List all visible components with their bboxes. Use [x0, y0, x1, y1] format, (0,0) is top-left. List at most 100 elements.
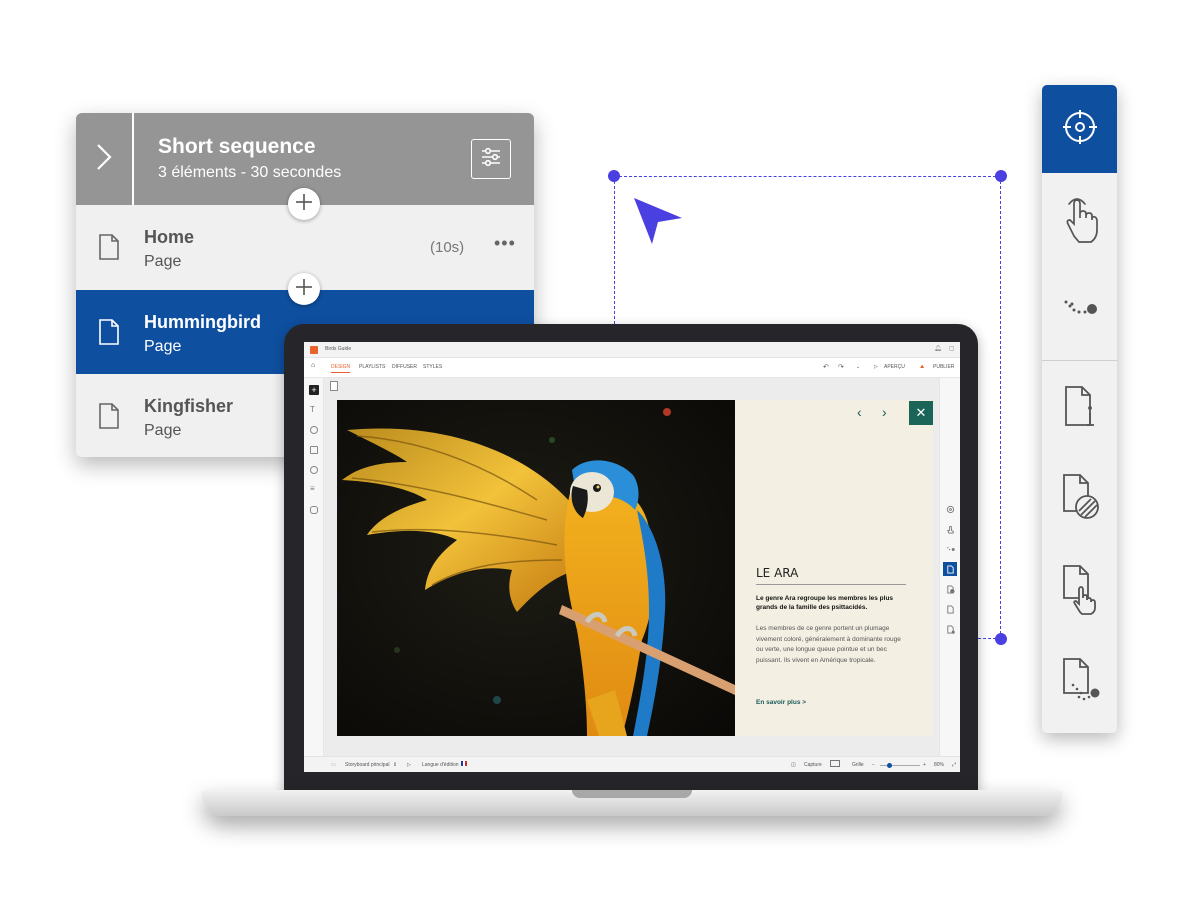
page-touch-icon[interactable]: [943, 602, 957, 616]
sequence-item-name: Home: [144, 227, 195, 247]
chevron-down-icon[interactable]: ⌄: [856, 364, 860, 370]
play-icon[interactable]: ▷: [407, 762, 411, 768]
fullscreen-icon[interactable]: ⤢: [952, 762, 956, 768]
language-selector[interactable]: Langue d'édition: [422, 762, 459, 768]
tool-target[interactable]: [1042, 85, 1117, 173]
chevron-updown-icon[interactable]: ⇕: [393, 762, 397, 768]
page-info-icon[interactable]: [943, 562, 957, 576]
notification-icon[interactable]: 🔔︎: [934, 345, 942, 352]
sequence-title: Short sequence: [158, 135, 316, 158]
zoom-slider[interactable]: [880, 765, 920, 766]
learn-more-link[interactable]: En savoir plus >: [756, 699, 806, 706]
sequence-subtitle: 3 éléments - 30 secondes: [158, 164, 342, 181]
page-motion-icon[interactable]: [943, 622, 957, 636]
arrow-cursor-icon: [630, 194, 684, 253]
sequence-item-type: Page: [144, 338, 182, 355]
tool-motion-path[interactable]: [1042, 267, 1117, 355]
page-touch-icon: [1058, 562, 1102, 621]
zoom-out-icon[interactable]: −: [872, 762, 875, 768]
tab-diffuser[interactable]: DIFFUSER: [392, 364, 417, 370]
video-tool-icon[interactable]: [310, 466, 318, 474]
selection-handle-top-right[interactable]: [995, 170, 1007, 182]
add-item-button[interactable]: [288, 188, 320, 220]
page-motion-icon: [1058, 655, 1102, 712]
selection-handle-bottom-right[interactable]: [995, 633, 1007, 645]
add-element-icon[interactable]: +: [309, 385, 319, 395]
tools-toolbar: [1042, 85, 1117, 733]
undo-icon[interactable]: ↶: [823, 363, 829, 371]
sequence-item-name: Kingfisher: [144, 396, 234, 416]
zoom-slider-thumb[interactable]: [887, 763, 892, 768]
play-icon: ▷: [874, 364, 878, 370]
plus-icon: [295, 193, 313, 216]
home-icon[interactable]: ⌂: [311, 362, 315, 369]
tab-playlists[interactable]: PLAYLISTS: [359, 364, 385, 370]
expand-button[interactable]: [76, 113, 134, 205]
camera-icon: ◫: [791, 762, 796, 768]
slide-text-panel: ‹ › ✕ LE ARA Le genre Ara regroupe les m…: [735, 400, 933, 736]
storyboard-select[interactable]: Storyboard principal: [345, 762, 389, 768]
selection-handle-top-left[interactable]: [608, 170, 620, 182]
editor-canvas[interactable]: ‹ › ✕ LE ARA Le genre Ara regroupe les m…: [324, 378, 939, 756]
app-title: Birds Guide: [325, 346, 352, 352]
list-tool-icon[interactable]: ≡: [310, 484, 315, 493]
add-item-button[interactable]: [288, 273, 320, 305]
chevron-left-icon[interactable]: ‹: [857, 404, 862, 420]
tab-design[interactable]: DESIGN: [331, 364, 351, 373]
app-status-bar: ▭ Storyboard principal ⇕ ▷ Langue d'édit…: [304, 756, 960, 772]
page-icon: [98, 233, 120, 266]
touch-hand-icon[interactable]: [943, 522, 957, 536]
window-restore-icon[interactable]: ▢: [949, 345, 955, 352]
slide[interactable]: ‹ › ✕ LE ARA Le genre Ara regroupe les m…: [337, 400, 933, 736]
text-tool-icon[interactable]: T: [310, 405, 315, 414]
settings-button[interactable]: [471, 139, 511, 179]
preview-button[interactable]: APERÇU: [884, 364, 905, 370]
touch-hand-icon: [1060, 192, 1100, 251]
tool-touch[interactable]: [1042, 177, 1117, 265]
tool-page-touch[interactable]: [1042, 547, 1117, 635]
tool-page-background[interactable]: [1042, 455, 1117, 543]
sliders-icon: [480, 146, 502, 173]
zoom-in-icon[interactable]: +: [923, 762, 926, 768]
tool-page-motion[interactable]: [1042, 639, 1117, 727]
slide-body-text: Les membres de ce genre portent un pluma…: [756, 625, 901, 664]
capture-button[interactable]: Capture: [804, 762, 822, 768]
close-button[interactable]: ✕: [909, 401, 933, 425]
zoom-level: 80%: [934, 762, 945, 768]
sequence-item-name: Hummingbird: [144, 312, 261, 332]
storyboard-icon: ▭: [331, 762, 336, 768]
page-icon: [98, 318, 120, 351]
tab-styles[interactable]: STYLES: [423, 364, 442, 370]
app-tabs-bar: ⌂ DESIGN PLAYLISTS DIFFUSER STYLES ↶ ↷ ⌄…: [304, 358, 960, 378]
slide-title: LE ARA: [756, 566, 799, 580]
page-background-icon: [1058, 471, 1102, 528]
app-titlebar: Birds Guide 🔔︎ ▢: [304, 342, 960, 358]
toolbar-divider: [1042, 360, 1117, 361]
image-tool-icon[interactable]: [310, 446, 318, 454]
chevron-right-icon: [96, 143, 112, 176]
more-options-icon[interactable]: •••: [494, 233, 516, 254]
page-background-icon[interactable]: [943, 582, 957, 596]
properties-toolbar: [939, 378, 960, 756]
grid-toggle[interactable]: Grille: [852, 762, 864, 768]
app-screen: Birds Guide 🔔︎ ▢ ⌂ DESIGN PLAYLISTS DIFF…: [304, 342, 960, 772]
title-divider: [756, 584, 906, 585]
chevron-right-icon[interactable]: ›: [882, 404, 887, 420]
motion-path-icon: [1060, 294, 1100, 329]
app-logo-icon: [310, 346, 318, 354]
sequence-item-type: Page: [144, 253, 182, 270]
laptop-notch: [572, 790, 692, 798]
page-info-icon: [1060, 383, 1100, 436]
target-icon[interactable]: [943, 502, 957, 516]
motion-path-icon[interactable]: [943, 542, 957, 556]
slide-lead-text: Le genre Ara regroupe les membres les pl…: [756, 595, 894, 611]
redo-icon[interactable]: ↷: [838, 363, 844, 371]
tool-page-info[interactable]: [1042, 365, 1117, 453]
plus-icon: [295, 278, 313, 301]
fit-screen-icon[interactable]: [830, 760, 840, 767]
french-flag-icon: [461, 761, 467, 767]
publish-button[interactable]: PUBLIER: [933, 364, 954, 370]
widget-tool-icon[interactable]: [310, 506, 318, 514]
parrot-photo[interactable]: [337, 400, 735, 736]
shape-tool-icon[interactable]: [310, 426, 318, 434]
